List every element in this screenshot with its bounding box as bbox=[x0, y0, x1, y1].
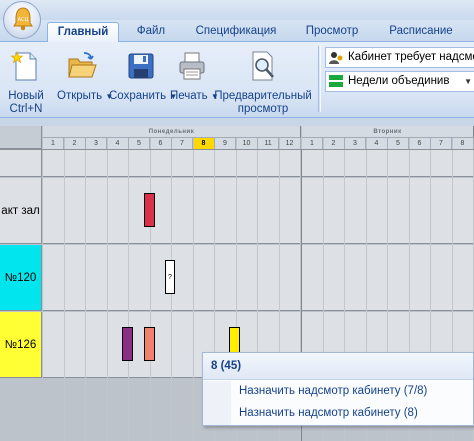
grid-corner bbox=[0, 126, 42, 149]
print-preview-button[interactable]: Предварительный просмотр bbox=[214, 50, 312, 116]
popup-title: 8 (45) bbox=[203, 353, 473, 380]
open-button[interactable]: Открыть ▼ bbox=[57, 50, 113, 103]
tab-specification[interactable]: Спецификация bbox=[183, 22, 289, 43]
lesson-number-6[interactable]: 6 bbox=[150, 138, 172, 149]
ribbon-separator bbox=[320, 46, 321, 112]
tab-view[interactable]: Просмотр bbox=[294, 22, 370, 43]
grid-column-line bbox=[63, 150, 65, 441]
row-label-room-126[interactable]: №126 bbox=[0, 312, 42, 378]
new-button[interactable]: Новый Ctrl+N bbox=[4, 50, 48, 116]
tab-file[interactable]: Файл bbox=[126, 22, 176, 43]
lesson-number-day2-4[interactable]: 4 bbox=[366, 138, 388, 149]
lesson-number-7[interactable]: 7 bbox=[172, 138, 193, 149]
row-label-room-120[interactable]: №120 bbox=[0, 245, 42, 311]
row-label-text: №126 bbox=[4, 338, 37, 351]
app-menu-button[interactable]: АСЦ bbox=[3, 1, 41, 39]
preview-label-line2: просмотр bbox=[237, 103, 289, 115]
lesson-number-day2-6[interactable]: 6 bbox=[409, 138, 431, 149]
lesson-number-1[interactable]: 1 bbox=[43, 138, 64, 149]
grid-column-line bbox=[106, 150, 108, 441]
lesson-number-day2-3[interactable]: 3 bbox=[345, 138, 366, 149]
grid-column-line bbox=[85, 150, 86, 441]
grid-column-line bbox=[128, 150, 129, 441]
lesson-block-purple[interactable] bbox=[122, 327, 133, 361]
row-label-text: акт зал bbox=[1, 204, 40, 217]
assign-supervision-8-item[interactable]: Назначить надсмотр кабинету (8) bbox=[203, 403, 473, 423]
new-label: Новый bbox=[8, 90, 44, 102]
lesson-block-salmon[interactable] bbox=[144, 327, 155, 361]
lesson-number-11[interactable]: 11 bbox=[258, 138, 279, 149]
printer-icon bbox=[179, 52, 205, 80]
lesson-block-assembly-hall[interactable] bbox=[144, 193, 155, 227]
save-label: Сохранить bbox=[109, 90, 167, 102]
lesson-number-10[interactable]: 10 bbox=[236, 138, 258, 149]
open-label: Открыть bbox=[57, 90, 103, 102]
floppy-disk-icon bbox=[128, 53, 154, 79]
lesson-number-5[interactable]: 5 bbox=[129, 138, 150, 149]
preview-label-line1: Предварительный bbox=[214, 90, 312, 102]
save-button[interactable]: Сохранить ▼ bbox=[109, 50, 177, 103]
new-shortcut-label: Ctrl+N bbox=[9, 103, 43, 115]
print-button[interactable]: Печать ▼ bbox=[170, 50, 219, 103]
print-preview-icon bbox=[252, 51, 274, 81]
supervision-combo-value: Кабинет требует надсмотр bbox=[348, 51, 474, 63]
weeks-combo[interactable]: Недели объединив ▼ bbox=[325, 71, 474, 92]
context-popup: 8 (45) Назначить надсмотр кабинету (7/8)… bbox=[202, 352, 474, 426]
chevron-down-icon: ▼ bbox=[464, 77, 472, 86]
grid-column-line bbox=[171, 150, 172, 441]
ribbon-tab-strip: Главный Файл Спецификация Просмотр Распи… bbox=[0, 20, 474, 43]
print-label: Печать bbox=[170, 90, 208, 102]
tab-main[interactable]: Главный bbox=[47, 22, 119, 43]
row-label-text: №120 bbox=[4, 271, 37, 284]
bell-icon: АСЦ bbox=[13, 7, 33, 31]
day-header-monday: Понедельник bbox=[43, 126, 301, 138]
lesson-number-day2-7[interactable]: 7 bbox=[431, 138, 452, 149]
lesson-number-3[interactable]: 3 bbox=[86, 138, 107, 149]
weeks-combo-value: Недели объединив bbox=[348, 75, 450, 87]
new-document-icon bbox=[10, 51, 37, 81]
lesson-number-2[interactable]: 2 bbox=[64, 138, 86, 149]
grid-column-line bbox=[192, 150, 194, 441]
assign-supervision-7-8-item[interactable]: Назначить надсмотр кабинету (7/8) bbox=[203, 381, 473, 401]
title-bar bbox=[0, 0, 474, 20]
svg-text:АСЦ: АСЦ bbox=[18, 17, 29, 23]
row-label-empty[interactable] bbox=[0, 150, 42, 177]
lesson-number-day2-5[interactable]: 5 bbox=[388, 138, 409, 149]
supervision-combo[interactable]: Кабинет требует надсмотр bbox=[325, 47, 474, 68]
weeks-icon bbox=[329, 75, 343, 87]
ribbon-separator bbox=[318, 46, 319, 112]
lesson-number-12[interactable]: 12 bbox=[279, 138, 301, 149]
tab-schedule[interactable]: Расписание bbox=[376, 22, 466, 43]
lesson-number-day2-2[interactable]: 2 bbox=[323, 138, 345, 149]
unknown-mark: ? bbox=[168, 274, 172, 281]
lesson-number-day2-1[interactable]: 1 bbox=[302, 138, 323, 149]
lesson-number-9[interactable]: 9 bbox=[215, 138, 236, 149]
lesson-block-unknown[interactable]: ? bbox=[165, 260, 175, 294]
person-icon bbox=[329, 52, 343, 64]
lesson-number-4[interactable]: 4 bbox=[107, 138, 129, 149]
folder-open-icon bbox=[68, 52, 97, 78]
lesson-number-8[interactable]: 8 bbox=[193, 138, 215, 149]
lesson-number-day2-8[interactable]: 8 bbox=[452, 138, 474, 149]
ribbon-panel: Новый Ctrl+N Открыть ▼ Сохранить ▼ Печат… bbox=[0, 42, 474, 118]
day-header-tuesday: Вторник bbox=[302, 126, 474, 138]
row-label-assembly-hall[interactable]: акт зал bbox=[0, 178, 42, 244]
lesson-block-yellow[interactable] bbox=[229, 327, 240, 353]
